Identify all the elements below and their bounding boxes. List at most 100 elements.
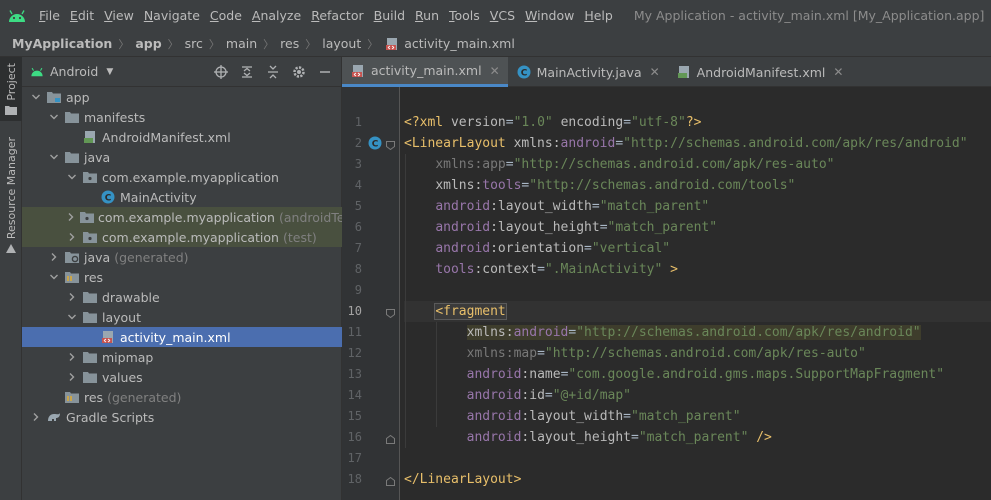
chevron-right-icon[interactable] (48, 251, 60, 263)
menu-edit[interactable]: Edit (65, 0, 99, 31)
chevron-right-icon[interactable] (66, 291, 78, 303)
fold-marker-icon[interactable] (386, 307, 395, 319)
tree-item-java-generated[interactable]: java (generated) (22, 247, 342, 267)
tree-item-activity-main-xml[interactable]: activity_main.xml (22, 327, 342, 347)
tree-item-res[interactable]: res (22, 267, 342, 287)
svg-text:C: C (372, 139, 379, 149)
menu-analyze[interactable]: Analyze (247, 0, 306, 31)
menu-window[interactable]: Window (520, 0, 579, 31)
code-token: = (505, 157, 514, 172)
menu-navigate[interactable]: Navigate (139, 0, 205, 31)
manifest-file-icon (82, 129, 98, 145)
project-tree: app manifests AndroidManifest.xml java com.e… (22, 87, 361, 427)
chevron-down-icon[interactable] (66, 311, 78, 323)
line-number: 5 (354, 199, 362, 213)
breadcrumb-item-app[interactable]: app (135, 36, 161, 51)
project-tool-tab[interactable]: Project (0, 57, 22, 121)
tab-activity-main-xml[interactable]: activity_main.xml ✕ (342, 57, 508, 87)
tab-androidmanifest-xml[interactable]: AndroidManifest.xml ✕ (668, 57, 852, 87)
menu-help[interactable]: Help (579, 0, 618, 31)
breadcrumb-item-main[interactable]: main (226, 36, 257, 51)
gear-icon[interactable] (291, 64, 307, 80)
line-number: 2 (354, 136, 362, 150)
code-token: "http://schemas.android.com/apk/res/andr… (623, 136, 968, 151)
tree-item-java[interactable]: java (22, 147, 342, 167)
chevron-right-icon[interactable] (30, 411, 42, 423)
locate-file-icon[interactable] (213, 64, 229, 80)
breadcrumb-item-res[interactable]: res (280, 36, 299, 51)
tree-item-com-example-myapplication-androidtest[interactable]: com.example.myapplication (androidTest) (22, 207, 361, 227)
fold-marker-icon[interactable] (386, 475, 395, 486)
tree-item-layout[interactable]: layout (22, 307, 342, 327)
chevron-down-icon[interactable] (66, 171, 78, 183)
chevron-down-icon[interactable] (48, 151, 60, 163)
fold-marker-icon[interactable] (386, 139, 395, 151)
chevron-down-icon[interactable] (48, 111, 60, 123)
expand-all-icon[interactable] (239, 64, 255, 80)
tree-item-gradle-scripts[interactable]: Gradle Scripts (22, 407, 342, 427)
folder-icon (82, 289, 98, 305)
code-token: = (537, 346, 545, 361)
tree-item-com-example-myapplication-test[interactable]: com.example.myapplication (test) (22, 227, 342, 247)
menu-build[interactable]: Build (369, 0, 410, 31)
menu-label: efactor (319, 8, 364, 23)
breadcrumb-item-src[interactable]: src (185, 36, 203, 51)
menu-code[interactable]: Code (205, 0, 247, 31)
breadcrumb-item-myapplication[interactable]: MyApplication (12, 36, 112, 51)
code-token: "1.0" (513, 115, 553, 130)
menu-run[interactable]: Run (410, 0, 444, 31)
chevron-down-icon[interactable] (48, 271, 60, 283)
chevron-right-icon[interactable] (66, 211, 76, 223)
breadcrumb-item-layout[interactable]: layout (322, 36, 361, 51)
code-editor[interactable]: 1 2 3 4 5 6 7 8 9 10 11 12 13 14 15 16 17 18 C <?xml versi… (342, 87, 991, 500)
chevron-right-icon[interactable] (66, 371, 78, 383)
chevron-right-icon[interactable] (66, 351, 78, 363)
hide-panel-icon[interactable] (317, 64, 333, 80)
code-token: = (591, 199, 600, 214)
package-icon (82, 229, 98, 245)
fold-marker-icon[interactable] (386, 433, 395, 444)
tree-item-app[interactable]: app (22, 87, 342, 107)
tab-mainactivity-java[interactable]: C MainActivity.java ✕ (508, 57, 668, 87)
code-token: "http://schemas.android.com/apk/res/andr… (576, 325, 921, 340)
close-icon[interactable]: ✕ (833, 65, 843, 79)
code-line: android:name="com.google.android.gms.map… (404, 364, 991, 385)
tree-item-drawable[interactable]: drawable (22, 287, 342, 307)
menu-mnemonic: R (415, 8, 424, 23)
tree-item-mainactivity[interactable]: C MainActivity (22, 187, 342, 207)
class-icon[interactable]: C (368, 136, 382, 150)
tree-item-manifests[interactable]: manifests (22, 107, 342, 127)
breadcrumb: MyApplication 〉 app 〉 src 〉 main 〉 res 〉 layout 〉 ac… (0, 31, 991, 57)
folder-icon (5, 105, 17, 115)
menu-view[interactable]: View (99, 0, 139, 31)
code-line: android:id="@+id/map" (404, 385, 991, 406)
view-mode-selector[interactable]: Android (50, 64, 98, 79)
resource-manager-tool-tab[interactable]: Resource Manager (0, 135, 22, 257)
menu-refactor[interactable]: Refactor (306, 0, 368, 31)
breadcrumb-item-activity-main-xml[interactable]: activity_main.xml (404, 36, 515, 51)
layout-file-icon (100, 329, 116, 345)
menu-label: ile (45, 8, 60, 23)
tree-item-values[interactable]: values (22, 367, 342, 387)
tree-item-label: com.example.myapplication (98, 209, 275, 225)
code-token: "http://schemas.android.com/apk/res-auto… (513, 157, 835, 172)
tree-item-mipmap[interactable]: mipmap (22, 347, 342, 367)
tree-item-com-example-myapplication[interactable]: com.example.myapplication (22, 167, 342, 187)
chevron-down-icon[interactable] (30, 91, 42, 103)
menu-file[interactable]: File (34, 0, 65, 31)
menu-vcs[interactable]: VCS (485, 0, 520, 31)
tab-label: MainActivity.java (536, 64, 642, 80)
chevron-down-icon[interactable]: ▼ (106, 67, 113, 77)
menu-tools[interactable]: Tools (444, 0, 485, 31)
tree-item-res-generated[interactable]: res (generated) (22, 387, 342, 407)
close-icon[interactable]: ✕ (490, 64, 500, 78)
close-icon[interactable]: ✕ (650, 65, 660, 79)
chevron-right-icon[interactable] (66, 231, 78, 243)
tree-item-androidmanifest-xml[interactable]: AndroidManifest.xml (22, 127, 342, 147)
tree-item-label: java (84, 149, 111, 165)
collapse-all-icon[interactable] (265, 64, 281, 80)
chevron-right-icon: 〉 (208, 37, 220, 51)
